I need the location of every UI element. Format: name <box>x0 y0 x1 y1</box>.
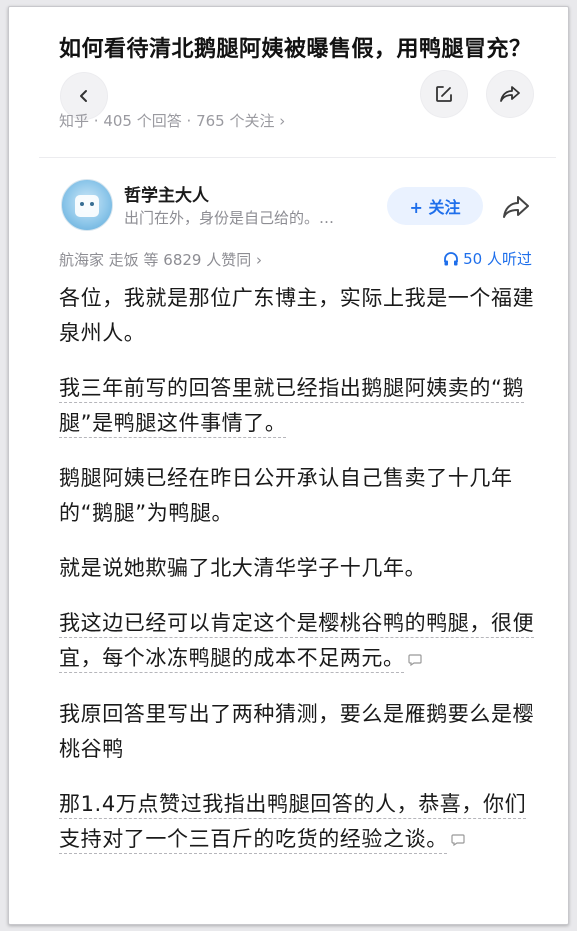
answer-body: 各位，我就是那位广东博主，实际上我是一个福建泉州人。 我三年前写的回答里就已经指… <box>59 281 541 877</box>
avatar[interactable] <box>61 179 113 231</box>
comment-bubble-icon[interactable] <box>408 642 422 677</box>
meta-separator: · <box>93 112 104 130</box>
question-title[interactable]: 如何看待清北鹅腿阿姨被曝售假，用鸭腿冒充？ <box>59 31 539 69</box>
edit-button[interactable] <box>421 71 467 117</box>
followers-count: 765 个关注 <box>196 112 275 130</box>
screenshot-frame: 如何看待清北鹅腿阿姨被曝售假，用鸭腿冒充？ 知乎 · 405 个回答 · 765… <box>8 6 569 925</box>
headphones-icon <box>444 251 459 265</box>
author-name[interactable]: 哲学主大人 <box>124 181 209 206</box>
edit-icon <box>436 86 452 102</box>
share-button[interactable] <box>499 191 533 223</box>
share-icon <box>503 196 529 218</box>
listen-count[interactable]: 50 人听过 <box>443 248 532 269</box>
listen-label: 50 人听过 <box>463 250 532 268</box>
answer-paragraph: 那1.4万点赞过我指出鸭腿回答的人，恭喜，你们支持对了一个三百斤的吃货的经验之谈… <box>59 787 541 858</box>
meta-separator: · <box>186 112 197 130</box>
answer-paragraph: 我原回答里写出了两种猜测，要么是雁鹅要么是樱桃谷鸭 <box>59 701 535 761</box>
author-bio: 出门在外，身份是自己给的。… <box>124 209 335 227</box>
chevron-right-icon: › <box>279 112 286 130</box>
divider <box>39 157 556 158</box>
chevron-left-icon <box>80 90 87 102</box>
share-button-top[interactable] <box>487 71 533 117</box>
source-label: 知乎 <box>59 112 90 130</box>
avatar-image <box>75 195 99 217</box>
comment-bubble-icon[interactable] <box>451 822 465 857</box>
marked-text[interactable]: 我三年前写的回答里就已经指出鹅腿阿姨卖的“鹅腿”是鸭腿这件事情了。 <box>59 376 524 435</box>
question-meta[interactable]: 知乎 · 405 个回答 · 765 个关注 › <box>59 110 285 131</box>
answer-paragraph: 我这边已经可以肯定这个是樱桃谷鸭的鸭腿，很便宜，每个冰冻鸭腿的成本不足两元。 <box>59 606 541 677</box>
marked-text[interactable]: 我这边已经可以肯定这个是樱桃谷鸭的鸭腿，很便宜，每个冰冻鸭腿的成本不足两元。 <box>59 611 534 670</box>
share-icon <box>500 86 520 102</box>
answer-paragraph: 就是说她欺骗了北大清华学子十几年。 <box>59 556 427 580</box>
follow-button[interactable]: + 关注 <box>387 187 483 225</box>
vote-summary[interactable]: 航海家 走饭 等 6829 人赞同 › <box>59 249 262 270</box>
answer-paragraph: 各位，我就是那位广东博主，实际上我是一个福建泉州人。 <box>59 286 535 345</box>
answer-paragraph: 鹅腿阿姨已经在昨日公开承认自己售卖了十几年的“鹅腿”为鸭腿。 <box>59 466 513 525</box>
answer-paragraph: 我三年前写的回答里就已经指出鹅腿阿姨卖的“鹅腿”是鸭腿这件事情了。 <box>59 371 541 441</box>
answers-count: 405 个回答 <box>103 112 182 130</box>
